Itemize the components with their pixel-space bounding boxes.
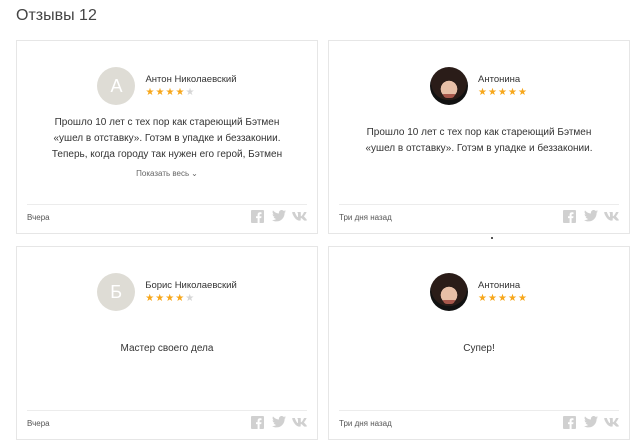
divider [27, 204, 307, 205]
rating-stars: ★ ★ ★ ★ ★ [478, 293, 528, 304]
reviewer-name: Антонина [478, 74, 521, 85]
page-title: Отзывы 12 [16, 7, 97, 24]
twitter-icon[interactable] [583, 415, 598, 429]
star-empty-icon: ★ [185, 293, 195, 304]
review-card: А Антон Николаевский ★ ★ ★ ★ ★ Прошло 10 лет… [16, 40, 318, 234]
reviewer-name: Борис Николаевский [145, 280, 237, 291]
twitter-icon[interactable] [271, 415, 286, 429]
rating-stars: ★ ★ ★ ★ ★ [145, 87, 236, 98]
share-icons [562, 415, 619, 429]
star-filled-icon: ★ [478, 293, 487, 304]
star-filled-icon: ★ [155, 293, 165, 304]
review-date: Вчера [27, 419, 50, 428]
facebook-icon[interactable] [250, 415, 265, 429]
dot [491, 237, 493, 239]
star-filled-icon: ★ [145, 293, 155, 304]
avatar: Б [97, 273, 136, 311]
star-filled-icon: ★ [498, 87, 507, 98]
star-filled-icon: ★ [488, 87, 497, 98]
star-filled-icon: ★ [175, 293, 185, 304]
star-filled-icon: ★ [478, 87, 487, 98]
review-card: Антонина ★ ★ ★ ★ ★ Супер! Три дня назад [328, 246, 630, 440]
review-header: Б Борис Николаевский ★ ★ ★ ★ ★ [17, 273, 317, 311]
avatar [430, 67, 468, 105]
star-filled-icon: ★ [165, 293, 175, 304]
review-card: Антонина ★ ★ ★ ★ ★ Прошло 10 лет с тех пор к… [328, 40, 630, 234]
reviewer-name: Антон Николаевский [145, 74, 237, 85]
review-text: Прошло 10 лет с тех пор как стареющий Бэ… [51, 117, 283, 160]
review-card: Б Борис Николаевский ★ ★ ★ ★ ★ Мастер своего… [16, 246, 318, 440]
star-filled-icon: ★ [145, 87, 155, 98]
twitter-icon[interactable] [583, 209, 598, 223]
show-more-link[interactable]: Показать весь ⌄ [17, 169, 317, 178]
review-header: Антонина ★ ★ ★ ★ ★ [329, 273, 629, 311]
vk-icon[interactable] [604, 415, 619, 429]
star-filled-icon: ★ [488, 293, 497, 304]
review-date: Вчера [27, 213, 50, 222]
review-text: Мастер своего дела [120, 343, 214, 354]
star-filled-icon: ★ [508, 87, 517, 98]
avatar [430, 273, 468, 311]
vk-icon[interactable] [292, 209, 307, 223]
divider [339, 204, 619, 205]
divider [27, 410, 307, 411]
twitter-icon[interactable] [271, 209, 286, 223]
star-filled-icon: ★ [155, 87, 165, 98]
share-icons [562, 209, 619, 223]
star-filled-icon: ★ [518, 87, 527, 98]
star-filled-icon: ★ [165, 87, 175, 98]
star-filled-icon: ★ [508, 293, 517, 304]
chevron-down-icon: ⌄ [191, 169, 198, 178]
review-header: Антонина ★ ★ ★ ★ ★ [329, 67, 629, 105]
review-date: Три дня назад [339, 419, 392, 428]
facebook-icon[interactable] [562, 415, 577, 429]
divider [339, 410, 619, 411]
vk-icon[interactable] [292, 415, 307, 429]
review-text: Прошло 10 лет с тех пор как стареющий Бэ… [365, 127, 593, 154]
facebook-icon[interactable] [250, 209, 265, 223]
vk-icon[interactable] [604, 209, 619, 223]
rating-stars: ★ ★ ★ ★ ★ [478, 87, 528, 98]
review-header: А Антон Николаевский ★ ★ ★ ★ ★ [17, 67, 317, 105]
avatar: А [97, 67, 136, 105]
reviewer-name: Антонина [478, 280, 521, 291]
star-filled-icon: ★ [498, 293, 507, 304]
star-filled-icon: ★ [518, 293, 527, 304]
star-filled-icon: ★ [175, 87, 185, 98]
rating-stars: ★ ★ ★ ★ ★ [145, 293, 237, 304]
star-empty-icon: ★ [185, 87, 195, 98]
share-icons [250, 209, 307, 223]
review-text: Супер! [463, 343, 495, 354]
review-date: Три дня назад [339, 213, 392, 222]
facebook-icon[interactable] [562, 209, 577, 223]
share-icons [250, 415, 307, 429]
